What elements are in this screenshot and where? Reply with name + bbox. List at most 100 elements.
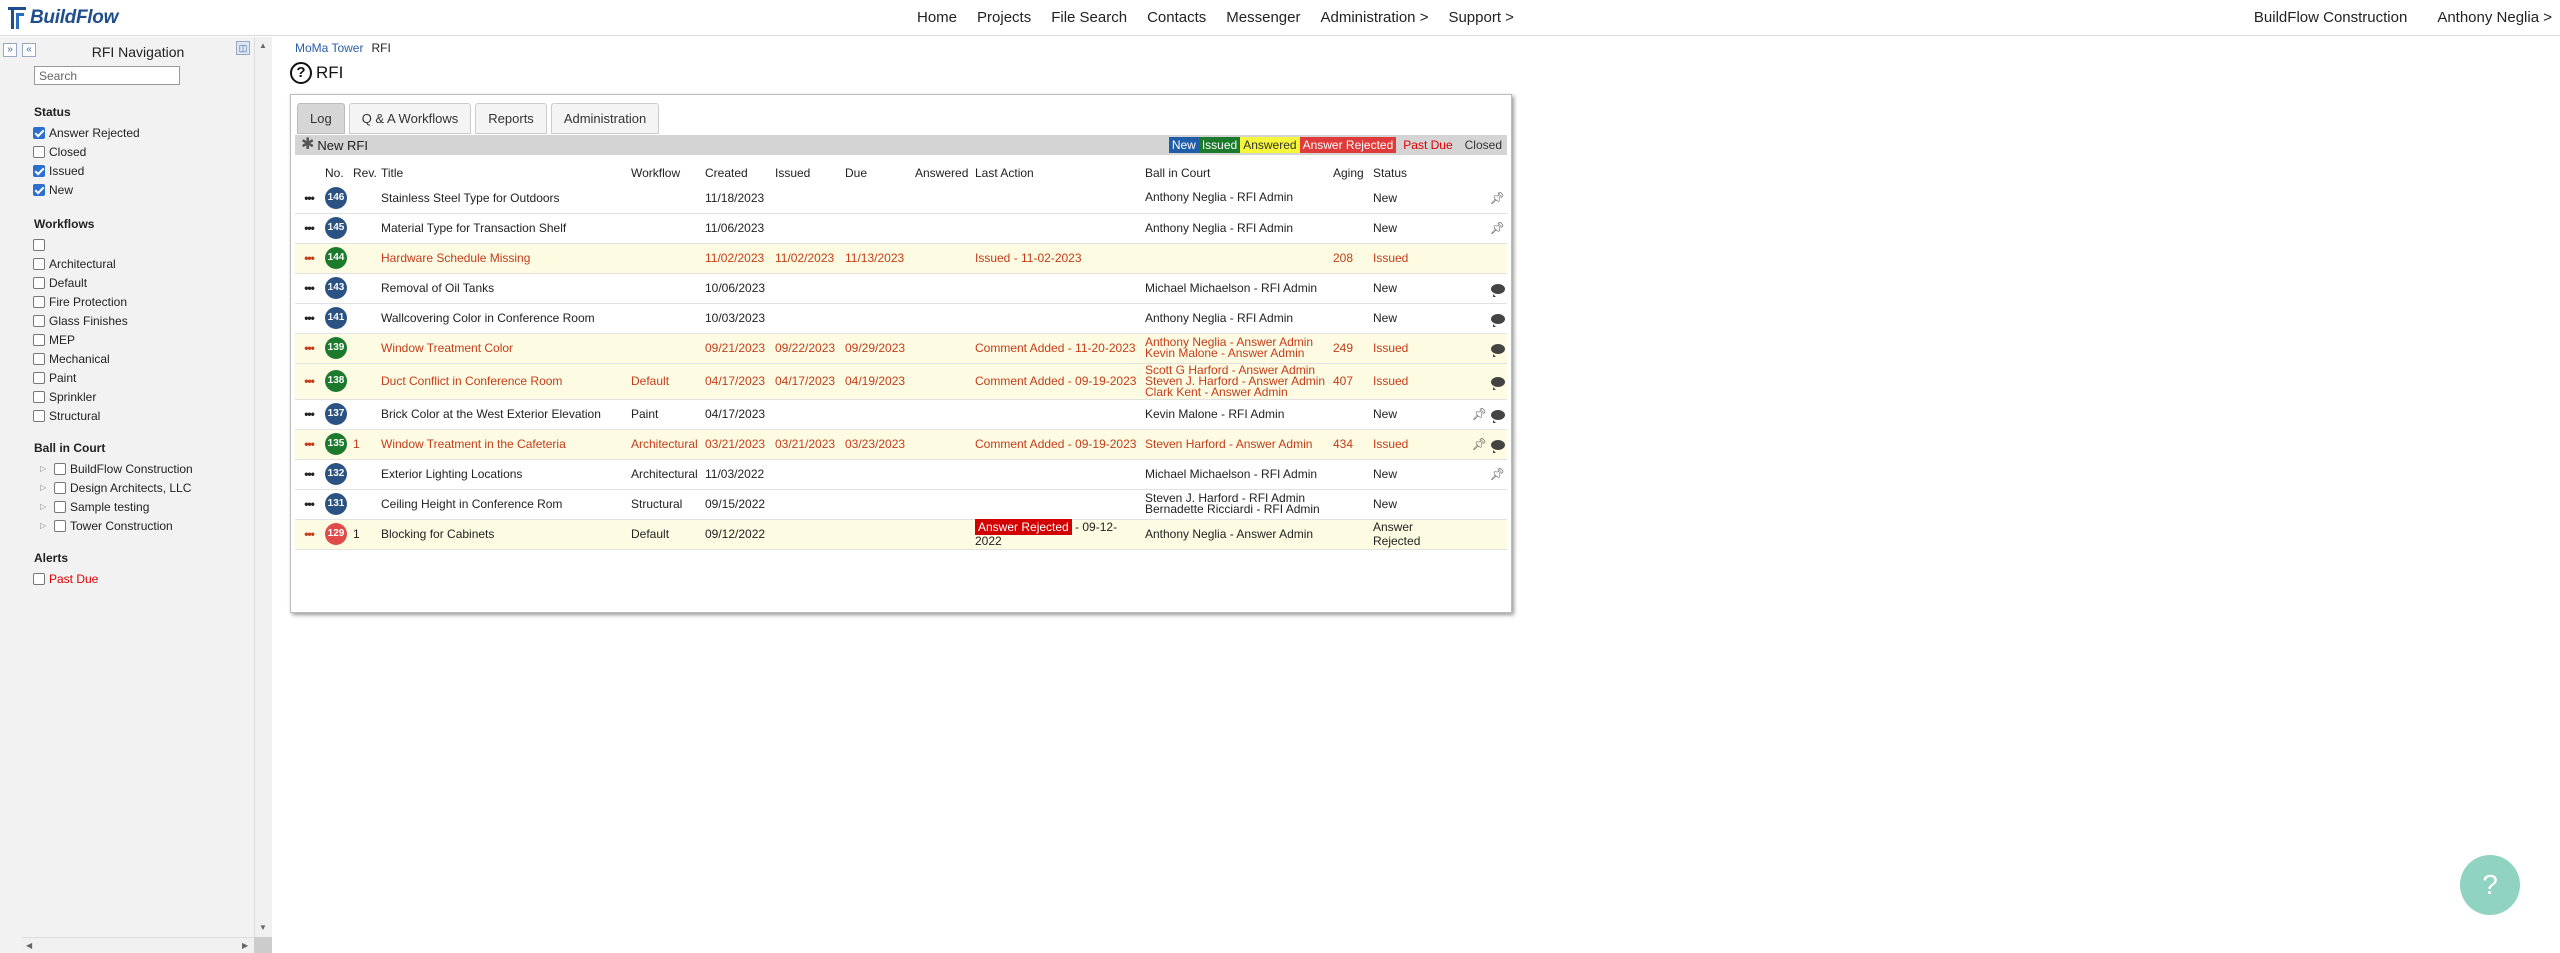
title-cell[interactable]: Material Type for Transaction Shelf: [379, 213, 629, 244]
table-row[interactable]: ••• 143 Removal of Oil Tanks 10/06/2023 Mich…: [295, 273, 1507, 304]
rfi-number-badge[interactable]: 135: [325, 433, 347, 455]
col-status[interactable]: Status: [1371, 163, 1451, 183]
checkbox[interactable]: [33, 238, 45, 251]
logo[interactable]: BuildFlow: [6, 5, 118, 31]
workflow-sprinkler[interactable]: Sprinkler: [33, 387, 248, 406]
tree-expand-icon[interactable]: ▷: [40, 483, 54, 492]
rfi-number-badge[interactable]: 138: [325, 370, 347, 392]
help-fab-button[interactable]: ?: [2460, 855, 2520, 915]
pin-icon[interactable]: 📌︎: [1472, 407, 1487, 421]
tree-expand-icon[interactable]: ▷: [40, 502, 54, 511]
row-actions-menu-icon[interactable]: •••: [295, 459, 323, 490]
table-row[interactable]: ••• 146 Stainless Steel Type for Outdoors 1…: [295, 183, 1507, 214]
comment-icon[interactable]: [1491, 439, 1505, 453]
checkbox[interactable]: [33, 314, 45, 327]
checkbox[interactable]: [54, 500, 66, 513]
scroll-down-icon[interactable]: ▼: [259, 923, 267, 932]
col-rev[interactable]: Rev.: [351, 163, 379, 183]
rfi-number-badge[interactable]: 132: [325, 463, 347, 485]
workflow-default[interactable]: Default: [33, 273, 248, 292]
comment-icon[interactable]: [1491, 343, 1505, 357]
nav-home[interactable]: Home: [917, 9, 957, 26]
checkbox[interactable]: [33, 572, 45, 585]
scroll-left-icon[interactable]: ◀: [26, 941, 32, 950]
title-cell[interactable]: Blocking for Cabinets: [379, 519, 629, 550]
row-actions-menu-icon[interactable]: •••: [295, 243, 323, 274]
col-issued[interactable]: Issued: [773, 163, 843, 183]
tab-administration[interactable]: Administration: [550, 103, 660, 134]
checkbox[interactable]: [33, 371, 45, 384]
checkbox[interactable]: [33, 352, 45, 365]
bic-sample-testing[interactable]: ▷ Sample testing: [40, 497, 248, 516]
workflow-mep[interactable]: MEP: [33, 330, 248, 349]
checkbox[interactable]: [54, 462, 66, 475]
status-issued[interactable]: Issued: [33, 161, 248, 180]
workflow-fire-protection[interactable]: Fire Protection: [33, 292, 248, 311]
comment-icon[interactable]: [1491, 283, 1505, 297]
tab-log[interactable]: Log: [297, 103, 345, 134]
checkbox[interactable]: [33, 145, 45, 158]
status-answer-rejected[interactable]: Answer Rejected: [33, 123, 248, 142]
tree-expand-icon[interactable]: ▷: [40, 464, 54, 473]
nav-messenger[interactable]: Messenger: [1226, 9, 1300, 26]
nav-contacts[interactable]: Contacts: [1147, 9, 1206, 26]
checkbox[interactable]: [54, 519, 66, 532]
checkbox[interactable]: [33, 295, 45, 308]
row-actions-menu-icon[interactable]: •••: [295, 519, 323, 550]
col-last-action[interactable]: Last Action: [973, 163, 1143, 183]
col-created[interactable]: Created: [703, 163, 773, 183]
table-row[interactable]: ••• 129 1 Blocking for Cabinets Default 09/12…: [295, 519, 1507, 550]
col-no[interactable]: No.: [323, 163, 351, 183]
tab-qa-workflows[interactable]: Q & A Workflows: [348, 103, 472, 134]
bic-tower-construction[interactable]: ▷ Tower Construction: [40, 516, 248, 535]
table-row[interactable]: ••• 141 Wallcovering Color in Conference R…: [295, 303, 1507, 334]
rfi-number-badge[interactable]: 131: [325, 493, 347, 515]
pin-icon[interactable]: 📌︎: [1490, 191, 1505, 205]
rfi-number-badge[interactable]: 139: [325, 337, 347, 359]
row-actions-menu-icon[interactable]: •••: [295, 303, 323, 334]
comment-icon[interactable]: [1491, 313, 1505, 327]
nav-vertical-scrollbar[interactable]: ▲ ▼: [254, 37, 272, 937]
panel-pin-icon[interactable]: ◫: [236, 41, 250, 55]
pin-icon[interactable]: 📌︎: [1472, 437, 1487, 451]
title-cell[interactable]: Ceiling Height in Conference Rom: [379, 489, 629, 520]
checkbox[interactable]: [33, 276, 45, 289]
title-cell[interactable]: Exterior Lighting Locations: [379, 459, 629, 490]
rfi-number-badge[interactable]: 143: [325, 277, 347, 299]
table-row[interactable]: ••• 139 Window Treatment Color 09/21/2023 09…: [295, 333, 1507, 364]
tree-expand-icon[interactable]: ▷: [40, 521, 54, 530]
workflow-structural[interactable]: Structural: [33, 406, 248, 425]
nav-search-input[interactable]: [34, 66, 180, 85]
row-actions-menu-icon[interactable]: •••: [295, 399, 323, 430]
scroll-right-icon[interactable]: ▶: [242, 941, 248, 950]
breadcrumb-project[interactable]: MoMa Tower: [295, 41, 363, 55]
table-row[interactable]: ••• 135 1 Window Treatment in the Cafeteria…: [295, 429, 1507, 460]
comment-icon[interactable]: [1491, 376, 1505, 390]
rfi-number-badge[interactable]: 137: [325, 403, 347, 425]
table-row[interactable]: ••• 137 Brick Color at the West Exterior E…: [295, 399, 1507, 430]
new-rfi-button[interactable]: ✱ New RFI: [301, 137, 368, 153]
table-row[interactable]: ••• 144 Hardware Schedule Missing 11/02/202…: [295, 243, 1507, 274]
title-cell[interactable]: Brick Color at the West Exterior Elevati…: [379, 399, 629, 430]
title-cell[interactable]: Stainless Steel Type for Outdoors: [379, 183, 629, 214]
title-cell[interactable]: Wallcovering Color in Conference Room: [379, 303, 629, 334]
col-aging[interactable]: Aging: [1331, 163, 1371, 183]
rfi-number-badge[interactable]: 129: [325, 523, 347, 545]
checkbox[interactable]: [33, 333, 45, 346]
table-row[interactable]: ••• 132 Exterior Lighting Locations Archite…: [295, 459, 1507, 490]
status-closed[interactable]: Closed: [33, 142, 248, 161]
pin-icon[interactable]: 📌︎: [1490, 221, 1505, 235]
help-icon[interactable]: ?: [290, 62, 312, 84]
checkbox-checked[interactable]: [33, 183, 45, 196]
col-workflow[interactable]: Workflow: [629, 163, 703, 183]
row-actions-menu-icon[interactable]: •••: [295, 273, 323, 304]
col-due[interactable]: Due: [843, 163, 913, 183]
row-actions-menu-icon[interactable]: •••: [295, 213, 323, 244]
nav-administration[interactable]: Administration >: [1320, 9, 1428, 26]
row-actions-menu-icon[interactable]: •••: [295, 183, 323, 214]
nav-horizontal-scrollbar[interactable]: ◀ ▶: [22, 937, 254, 953]
row-actions-menu-icon[interactable]: •••: [295, 363, 323, 400]
rfi-number-badge[interactable]: 145: [325, 217, 347, 239]
workflow-glass-finishes[interactable]: Glass Finishes: [33, 311, 248, 330]
workflow-architectural[interactable]: Architectural: [33, 254, 248, 273]
